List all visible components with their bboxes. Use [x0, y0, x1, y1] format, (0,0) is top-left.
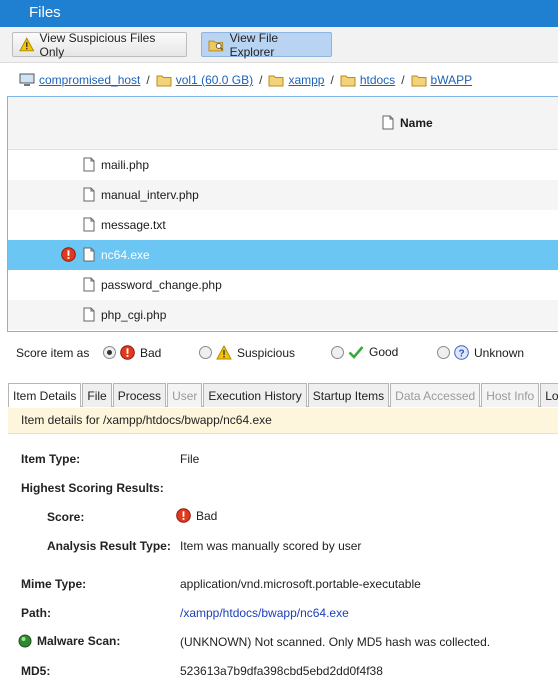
- tab-file[interactable]: File: [82, 383, 112, 407]
- file-name: nc64.exe: [101, 248, 150, 262]
- folder-search-icon: [208, 40, 224, 51]
- file-icon: [83, 157, 95, 172]
- question-icon: ?: [454, 345, 469, 360]
- score-value: Bad: [176, 508, 217, 523]
- file-row[interactable]: password_change.php: [8, 270, 558, 300]
- file-name: manual_interv.php: [101, 188, 199, 202]
- file-name: maili.php: [101, 158, 150, 172]
- window-titlebar: Files: [0, 0, 558, 27]
- tab-process[interactable]: Process: [112, 383, 167, 407]
- view-file-explorer-label: View File Explorer: [229, 30, 279, 59]
- tab-startup-items[interactable]: Startup Items: [307, 383, 390, 407]
- analysis-result-label: Analysis Result Type:: [47, 539, 171, 553]
- radio-unknown[interactable]: [437, 346, 450, 359]
- file-row[interactable]: manual_interv.php: [8, 180, 558, 210]
- file-row-selected[interactable]: nc64.exe: [8, 240, 558, 270]
- computer-icon: [19, 73, 35, 86]
- detail-tabs: Item Details File Process User Execution…: [8, 383, 558, 407]
- toolbar: View Suspicious Files Only View File Exp…: [0, 27, 558, 63]
- warning-icon: [19, 37, 35, 52]
- breadcrumb-separator: /: [330, 73, 334, 87]
- md5-label: MD5:: [21, 664, 51, 678]
- tab-data-accessed[interactable]: Data Accessed: [390, 383, 481, 407]
- highest-scoring-label: Highest Scoring Results:: [21, 481, 164, 495]
- breadcrumb-item-vol1[interactable]: vol1 (60.0 GB): [156, 73, 253, 87]
- file-list[interactable]: Name maili.php manual_interv.php message…: [7, 96, 558, 332]
- breadcrumb-separator: /: [401, 73, 405, 87]
- item-details-panel: Item Type: File Highest Scoring Results:…: [0, 434, 558, 683]
- file-name: php_cgi.php: [101, 308, 167, 322]
- md5-value: 523613a7b9dfa398cbd5ebd2dd0f4f38: [180, 664, 383, 678]
- radio-bad[interactable]: [103, 346, 116, 359]
- folder-icon: [411, 75, 427, 86]
- tab-user[interactable]: User: [167, 383, 203, 407]
- svg-text:?: ?: [458, 348, 464, 359]
- file-name: password_change.php: [101, 278, 222, 292]
- breadcrumb-separator: /: [259, 73, 263, 87]
- item-details-header: Item details for /xampp/htdocs/bwapp/nc6…: [8, 408, 558, 434]
- tab-host-info[interactable]: Host Info: [481, 383, 540, 407]
- breadcrumb-item-bwapp[interactable]: bWAPP: [411, 73, 472, 87]
- malware-scan-label: Malware Scan:: [18, 634, 120, 648]
- score-option-suspicious[interactable]: Suspicious: [199, 345, 295, 360]
- bad-score-icon: [120, 345, 135, 360]
- breadcrumb: compromised_host / vol1 (60.0 GB) / xamp…: [0, 64, 558, 96]
- breadcrumb-item-host[interactable]: compromised_host: [19, 73, 140, 87]
- file-icon: [83, 217, 95, 232]
- view-suspicious-files-button[interactable]: View Suspicious Files Only: [12, 30, 187, 59]
- score-option-good[interactable]: Good: [331, 345, 398, 359]
- folder-icon: [340, 75, 356, 86]
- view-file-explorer-button[interactable]: View File Explorer: [201, 30, 332, 59]
- folder-icon: [156, 75, 172, 86]
- window-title: Files: [29, 4, 61, 21]
- name-column-header[interactable]: Name: [382, 115, 433, 130]
- folder-icon: [268, 75, 284, 86]
- checkmark-icon: [348, 346, 364, 359]
- status-light-icon: [18, 634, 32, 648]
- bad-score-icon: [61, 247, 76, 262]
- score-prefix: Score item as: [16, 346, 90, 360]
- file-row[interactable]: php_cgi.php: [8, 300, 558, 330]
- item-type-label: Item Type:: [21, 452, 81, 466]
- item-type-value: File: [180, 452, 200, 466]
- malware-scan-value: (UNKNOWN) Not scanned. Only MD5 hash was…: [180, 635, 491, 649]
- mime-type-label: Mime Type:: [21, 577, 87, 591]
- tab-item-details[interactable]: Item Details: [8, 383, 82, 407]
- tab-execution-history[interactable]: Execution History: [203, 383, 307, 407]
- radio-suspicious[interactable]: [199, 346, 212, 359]
- path-link[interactable]: /xampp/htdocs/bwapp/nc64.exe: [180, 606, 349, 620]
- breadcrumb-item-xampp[interactable]: xampp: [268, 73, 324, 87]
- score-bar: Score item as Bad Suspicious Good ? Unkn…: [0, 339, 558, 367]
- file-list-header: Name: [8, 97, 558, 150]
- mime-type-value: application/vnd.microsoft.portable-execu…: [180, 577, 421, 591]
- breadcrumb-item-htdocs[interactable]: htdocs: [340, 73, 395, 87]
- warning-icon: [216, 345, 232, 360]
- file-row[interactable]: maili.php: [8, 150, 558, 180]
- bad-score-icon: [176, 508, 191, 523]
- file-icon: [382, 115, 394, 130]
- file-name: message.txt: [101, 218, 166, 232]
- tab-log[interactable]: Lo: [540, 383, 558, 407]
- score-option-unknown[interactable]: ? Unknown: [437, 345, 524, 360]
- view-suspicious-files-label: View Suspicious Files Only: [39, 30, 156, 59]
- path-label: Path:: [21, 606, 51, 620]
- file-icon: [83, 307, 95, 322]
- file-row[interactable]: message.txt: [8, 210, 558, 240]
- file-icon: [83, 247, 95, 262]
- score-label: Score:: [47, 510, 85, 524]
- analysis-result-value: Item was manually scored by user: [180, 539, 362, 553]
- radio-good[interactable]: [331, 345, 344, 359]
- score-option-bad[interactable]: Bad: [103, 345, 161, 360]
- file-icon: [83, 277, 95, 292]
- breadcrumb-separator: /: [146, 73, 150, 87]
- file-icon: [83, 187, 95, 202]
